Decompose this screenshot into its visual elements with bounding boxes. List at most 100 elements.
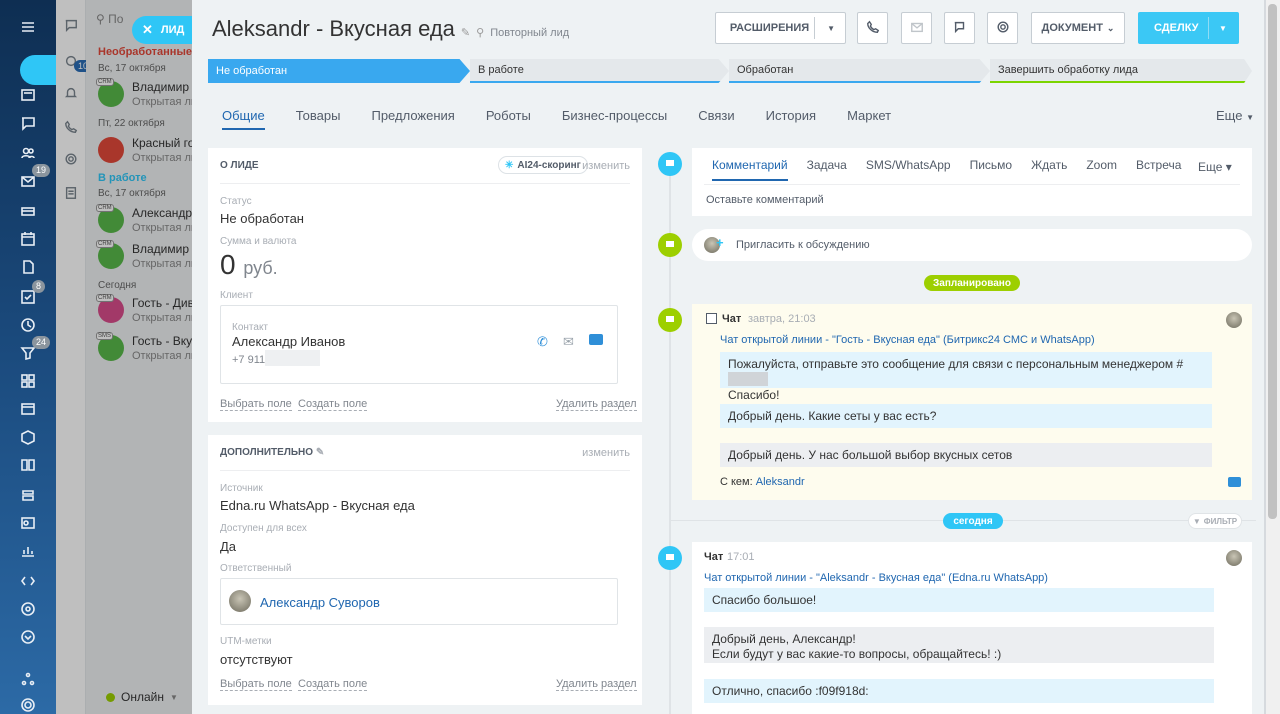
stage-not-processed[interactable]: Не обработан	[208, 59, 470, 83]
edit-link[interactable]: изменить	[582, 447, 630, 459]
tab-comment[interactable]: Комментарий	[712, 158, 788, 181]
tab-wait[interactable]: Ждать	[1031, 158, 1067, 181]
sum-value[interactable]: 0 руб.	[220, 249, 278, 281]
section-title: О ЛИДЕ	[220, 160, 259, 171]
delete-section-link[interactable]: Удалить раздел	[556, 398, 637, 411]
crm-filter-icon[interactable]: 24	[0, 336, 56, 368]
store-icon[interactable]	[0, 422, 56, 452]
chat-icon[interactable]	[589, 334, 603, 345]
ai-scoring-button[interactable]: ✳ AI24-скоринг	[498, 156, 588, 174]
section-title: ДОПОЛНИТЕЛЬНО ✎	[220, 447, 325, 458]
tasks-icon[interactable]: 8	[0, 280, 56, 312]
tab-letter[interactable]: Письмо	[970, 158, 1013, 181]
dim-overlay	[56, 0, 196, 714]
repeat-lead-label: Повторный лид	[490, 27, 570, 39]
target-icon[interactable]	[0, 594, 56, 624]
tab-general[interactable]: Общие	[222, 108, 265, 130]
plus-icon: +	[716, 235, 724, 250]
dev-icon[interactable]	[0, 566, 56, 596]
contacts-icon[interactable]	[0, 508, 56, 538]
tab-zoom[interactable]: Zoom	[1086, 158, 1117, 181]
select-field-link[interactable]: Выбрать поле	[220, 678, 292, 691]
stage-in-work[interactable]: В работе	[470, 59, 729, 83]
lead-tabs: Общие Товары Предложения Роботы Бизнес-п…	[222, 108, 922, 130]
mail-icon[interactable]: ✉	[563, 334, 574, 350]
tab-meeting[interactable]: Встреча	[1136, 158, 1181, 181]
chat-icon[interactable]	[0, 108, 56, 138]
link-icon[interactable]: ⚲	[476, 26, 484, 39]
tab-market[interactable]: Маркет	[847, 108, 891, 130]
avatar	[229, 590, 251, 612]
source-value[interactable]: Edna.ru WhatsApp - Вкусная еда	[220, 498, 415, 513]
invite-discussion[interactable]: + Пригласить к обсуждению	[692, 229, 1252, 261]
tab-task[interactable]: Задача	[807, 158, 847, 181]
filter-button[interactable]: ▼ ФИЛЬТР	[1188, 513, 1242, 529]
client-box: Контакт Александр Иванов +7 911 ✆ ✉	[220, 305, 618, 384]
chat-button[interactable]	[944, 12, 975, 44]
more-icon[interactable]	[0, 622, 56, 652]
edit-link[interactable]: изменить	[582, 160, 630, 172]
settings-icon[interactable]	[0, 690, 56, 714]
responsible-name[interactable]: Александр Суворов	[260, 595, 380, 610]
create-field-link[interactable]: Создать поле	[298, 678, 368, 691]
tab-relations[interactable]: Связи	[698, 108, 734, 130]
calendar-icon[interactable]	[0, 224, 56, 254]
clock-icon[interactable]	[0, 310, 56, 340]
users-icon[interactable]	[0, 138, 56, 168]
tab-history[interactable]: История	[766, 108, 816, 130]
settings-button[interactable]	[987, 12, 1018, 44]
mail-icon[interactable]: 19	[0, 164, 56, 196]
field-label: Клиент	[220, 290, 253, 301]
with-name-link[interactable]: Aleksandr	[756, 476, 805, 488]
menu-icon[interactable]	[0, 12, 56, 42]
analytics-icon[interactable]	[0, 536, 56, 566]
phone-icon[interactable]: ✆	[537, 334, 548, 350]
tab-sms[interactable]: SMS/WhatsApp	[866, 158, 951, 181]
tab-robots[interactable]: Роботы	[486, 108, 531, 130]
field-label: UTM-метки	[220, 636, 272, 647]
avatar	[1226, 550, 1242, 566]
stage-finish[interactable]: Завершить обработку лида	[990, 59, 1252, 83]
apps-icon[interactable]	[0, 366, 56, 396]
message-bubble: Пожалуйста, отправьте это сообщение для …	[720, 352, 1212, 402]
select-field-link[interactable]: Выбрать поле	[220, 398, 292, 411]
comment-input[interactable]: Оставьте комментарий	[706, 194, 824, 206]
tabs-more[interactable]: Еще ▼	[1216, 108, 1254, 123]
email-button[interactable]	[901, 12, 932, 44]
chat-icon[interactable]	[1228, 477, 1241, 487]
drive-icon[interactable]	[0, 196, 56, 226]
create-deal-button[interactable]: СДЕЛКУ ▼	[1138, 12, 1239, 44]
feed-icon[interactable]	[0, 80, 56, 110]
contact-phone[interactable]: +7 911	[232, 354, 265, 366]
sites-icon[interactable]	[0, 394, 56, 424]
activity-composer: Комментарий Задача SMS/WhatsApp Письмо Ж…	[692, 148, 1252, 216]
tab-products[interactable]: Товары	[296, 108, 341, 130]
document-icon[interactable]	[0, 252, 56, 282]
status-value[interactable]: Не обработан	[220, 211, 304, 226]
tasks-badge: 8	[32, 280, 46, 293]
delete-section-link[interactable]: Удалить раздел	[556, 678, 637, 691]
available-value[interactable]: Да	[220, 539, 236, 554]
tab-bizproc[interactable]: Бизнес-процессы	[562, 108, 667, 130]
call-button[interactable]	[857, 12, 888, 44]
tab-offers[interactable]: Предложения	[371, 108, 454, 130]
lead-title[interactable]: Aleksandr - Вкусная еда	[212, 16, 455, 42]
phone-icon	[866, 20, 880, 37]
scrollbar-thumb[interactable]	[1268, 4, 1277, 519]
complete-checkbox[interactable]	[706, 313, 717, 324]
openline-link[interactable]: Чат открытой линии - "Aleksandr - Вкусна…	[704, 572, 1048, 584]
chat-dot-icon	[658, 233, 682, 257]
stage-processed[interactable]: Обработан	[729, 59, 990, 83]
knowledge-icon[interactable]	[0, 450, 56, 480]
composer-more[interactable]: Еще ▾	[1198, 160, 1232, 174]
additional-card: ДОПОЛНИТЕЛЬНО ✎ изменить Источник Edna.r…	[208, 435, 642, 705]
pencil-icon[interactable]: ✎	[461, 26, 470, 39]
extensions-button[interactable]: РАСШИРЕНИЯ ▼	[715, 12, 846, 44]
pencil-icon[interactable]: ✎	[316, 447, 324, 458]
document-button[interactable]: ДОКУМЕНТ ⌄	[1031, 12, 1125, 44]
lead-close-tab[interactable]: ✕ ЛИД	[132, 16, 194, 44]
create-field-link[interactable]: Создать поле	[298, 398, 368, 411]
openline-link[interactable]: Чат открытой линии - "Гость - Вкусная ед…	[720, 334, 1095, 346]
inventory-icon[interactable]	[0, 480, 56, 510]
contact-name[interactable]: Александр Иванов	[232, 334, 345, 349]
